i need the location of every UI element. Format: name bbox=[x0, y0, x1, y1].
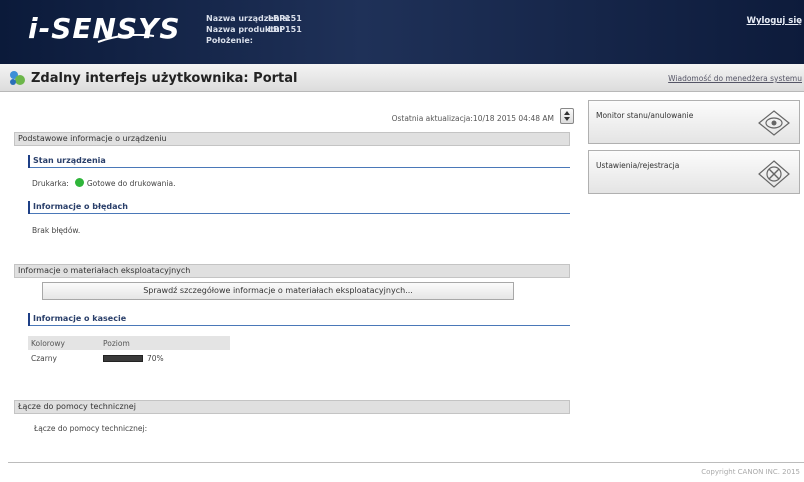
status-monitor-button[interactable]: Monitor stanu/anulowanie bbox=[588, 100, 800, 144]
location-label: Położenie: bbox=[206, 36, 253, 45]
device-info: Nazwa urządzenia:LBP151 Nazwa produktu:L… bbox=[206, 13, 302, 46]
cartridge-level-cell: 70% bbox=[100, 350, 230, 366]
support-link-text: Łącze do pomocy technicznej: bbox=[34, 424, 148, 433]
error-info-text: Brak błędów. bbox=[32, 226, 81, 235]
status-ready-icon bbox=[74, 178, 84, 187]
top-header: i-SENSYS Nazwa urządzenia:LBP151 Nazwa p… bbox=[0, 0, 804, 64]
last-update-text: Ostatnia aktualizacja:10/18 2015 04:48 A… bbox=[391, 114, 554, 123]
consumables-section-header: Informacje o materiałach eksploatacyjnyc… bbox=[14, 264, 570, 278]
support-section-header: Łącze do pomocy technicznej bbox=[14, 400, 570, 414]
portal-icon bbox=[10, 71, 25, 85]
table-header-color: Kolorowy bbox=[28, 336, 100, 350]
device-name-value: LBP151 bbox=[268, 14, 302, 23]
cartridge-color: Czarny bbox=[31, 353, 57, 363]
basic-info-section-header: Podstawowe informacje o urządzeniu bbox=[14, 132, 570, 146]
toner-level-bar bbox=[103, 354, 143, 362]
page-title: Zdalny interfejs użytkownika: Portal bbox=[31, 71, 298, 86]
system-manager-message-link[interactable]: Wiadomość do menedżera systemu bbox=[668, 74, 802, 83]
settings-gear-icon bbox=[758, 160, 790, 188]
eye-icon bbox=[758, 110, 790, 136]
error-info-heading: Informacje o błędach bbox=[28, 200, 570, 214]
product-name-label: Nazwa produktu: bbox=[206, 25, 283, 34]
cartridge-level-value: 70% bbox=[147, 353, 164, 363]
device-name-label: Nazwa urządzenia: bbox=[206, 14, 291, 23]
main-content: Ostatnia aktualizacja:10/18 2015 04:48 A… bbox=[0, 92, 580, 462]
footer-divider bbox=[8, 462, 804, 463]
refresh-icon bbox=[564, 111, 570, 121]
printer-label: Drukarka: bbox=[32, 179, 69, 188]
cartridge-info-heading: Informacje o kasecie bbox=[28, 312, 570, 326]
copyright-text: Copyright CANON INC. 2015 bbox=[701, 468, 800, 476]
settings-registration-label: Ustawienia/rejestracja bbox=[596, 161, 680, 170]
consumables-detail-button[interactable]: Sprawdź szczegółowe informacje o materia… bbox=[42, 282, 514, 300]
table-header-level: Poziom bbox=[100, 336, 230, 350]
logout-link[interactable]: Wyloguj się bbox=[747, 16, 802, 26]
device-status-heading: Stan urządzenia bbox=[28, 154, 570, 168]
logo-swoosh-icon bbox=[97, 34, 155, 43]
refresh-button[interactable] bbox=[560, 108, 574, 124]
product-name-value: LBP151 bbox=[268, 25, 302, 34]
printer-status-row: Drukarka: Gotowe do drukowania. bbox=[32, 178, 175, 188]
settings-registration-button[interactable]: Ustawienia/rejestracja bbox=[588, 150, 800, 194]
portal-title-bar: Zdalny interfejs użytkownika: Portal Wia… bbox=[0, 64, 804, 92]
printer-status-text: Gotowe do drukowania. bbox=[86, 179, 176, 188]
table-row: Czarny 70% bbox=[28, 350, 230, 366]
status-monitor-label: Monitor stanu/anulowanie bbox=[596, 111, 694, 120]
cartridge-table: Kolorowy Poziom Czarny 70% bbox=[28, 336, 230, 366]
